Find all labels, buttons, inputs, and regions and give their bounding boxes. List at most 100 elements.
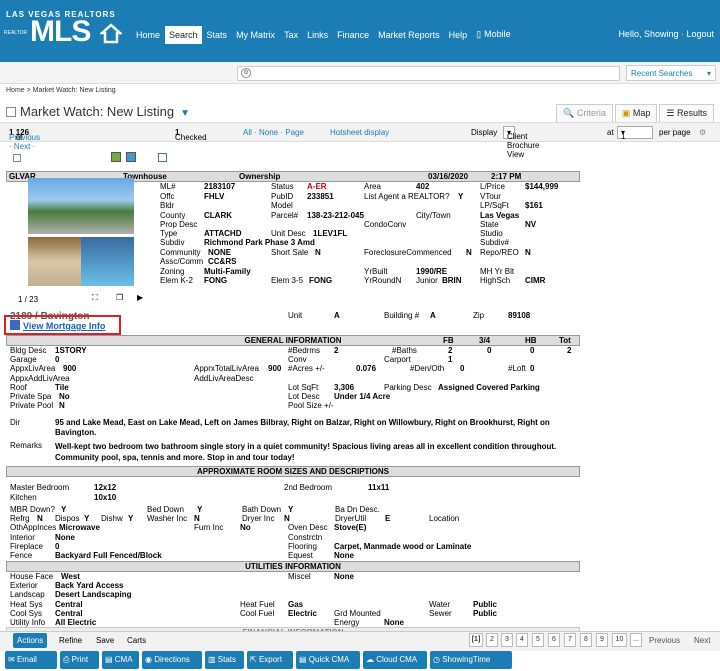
at-label: at [607,128,614,137]
quick-cma-button[interactable]: ▤ Quick CMA [296,651,360,669]
copy-icon[interactable] [158,153,167,162]
lprice-value: $144,999 [525,182,559,191]
community-value: NONE [208,248,232,257]
page-8[interactable]: 8 [580,633,592,647]
ml-label: ML# [160,182,176,191]
model-label: Model [271,201,293,210]
beddown-value: Y [197,505,203,514]
gear-icon[interactable]: ⚙ [699,128,706,137]
nav-my-matrix[interactable]: My Matrix [232,26,279,44]
print-button[interactable]: ⎙ Print [60,651,99,669]
yrbuilt-value: 1990/RE [416,267,448,276]
nav-finance[interactable]: Finance [333,26,373,44]
per-page-select[interactable]: 1 ▾ [617,126,653,141]
fireplace-value: 0 [55,542,60,551]
nav-stats[interactable]: Stats [203,26,232,44]
directions-button[interactable]: ◉ Directions [142,651,202,669]
breadcrumb[interactable]: Home > Market Watch: New Listing [6,87,116,94]
search-icon: ⚙ [241,68,251,78]
nav-search[interactable]: Search [165,25,202,44]
garage-label: Garage [10,355,37,364]
page-3[interactable]: 3 [501,633,513,647]
gallery-view-icon[interactable]: ❐ [116,293,123,302]
heatsys-value: Central [55,600,83,609]
page-4[interactable]: 4 [516,633,528,647]
refine-button[interactable]: Refine [55,633,86,648]
building-label: Building # [384,311,420,320]
bathdown-value: Y [288,505,294,514]
results-toolbar: Previous · Next · 1 of 126 Checked 1 All… [0,122,720,159]
play-icon[interactable]: ▶ [137,293,143,302]
calculator-icon [10,320,20,330]
studio-label: Studio [480,229,503,238]
export-button[interactable]: ⇱ Export [247,651,293,669]
page-more[interactable]: ... [630,633,642,647]
carts-button[interactable]: Carts [123,633,150,648]
title-checkbox[interactable] [6,107,16,117]
showingtime-button[interactable]: ◷ ShowingTime [430,651,512,669]
badn-label: Ba Dn Desc. [335,505,380,514]
page-2[interactable]: 2 [486,633,498,647]
listing-checkbox[interactable] [13,154,21,162]
listing-photo-pool[interactable] [81,237,134,286]
listing-photo-main[interactable] [28,178,134,234]
page-6[interactable]: 6 [548,633,560,647]
gallery-icon[interactable] [126,152,136,162]
nav-links[interactable]: Links [303,26,332,44]
parking-label: Parking Desc [384,383,432,392]
page-9[interactable]: 9 [596,633,608,647]
prev-next-links[interactable]: Previous · Next · 1 of 126 [9,128,40,151]
previous-link[interactable]: Previous [645,633,684,648]
roof-label: Roof [10,383,27,392]
offc-value: FHLV [204,192,225,201]
remarks-label: Remarks [10,441,43,450]
nav-market-reports[interactable]: Market Reports [374,26,444,44]
highsch-value: CIMR [525,276,546,285]
stats-button[interactable]: ▥ Stats [205,651,244,669]
page-5[interactable]: 5 [532,633,544,647]
brand-logo[interactable]: MLS [30,17,91,47]
main-nav: Home Search Stats My Matrix Tax Links Fi… [132,25,517,44]
tab-results[interactable]: ☰ Results [659,104,714,123]
export-icon: ⇱ [250,655,259,664]
save-button[interactable]: Save [92,633,118,648]
constrctn-label: Constrctn [288,533,323,542]
view-mortgage-info-link[interactable]: View Mortgage Info [10,320,105,331]
equest-label: Equest [288,551,313,560]
parcel-label: Parcel# [271,211,299,220]
welcome-logout[interactable]: Hello, Showing · Logout [618,29,714,39]
title-dropdown-icon[interactable]: ▼ [180,108,190,119]
conv-label: Conv [288,355,307,364]
baths-tot: 2 [567,346,572,355]
search-input[interactable] [237,66,620,81]
page-10[interactable]: 10 [612,633,627,647]
page-7[interactable]: 7 [564,633,576,647]
recent-searches-dropdown[interactable]: Recent Searches ▾ [626,65,716,81]
photo-icon[interactable] [111,152,121,162]
cma-icon: ▤ [105,655,115,664]
second-bedroom-value: 11x11 [368,483,390,492]
next-link[interactable]: Next [690,633,714,648]
zoning-value: Multi-Family [204,267,251,276]
fullscreen-icon[interactable]: ⛶ [92,293,98,303]
display-select[interactable]: Client Brochure View ▾ [503,126,539,159]
tab-map[interactable]: ▣ Map [614,104,658,123]
lpsqft-label: LP/SqFt [480,201,509,210]
select-links[interactable]: All · None · Page [243,128,304,137]
cma-button[interactable]: ▤ CMA [102,651,139,669]
cloud-cma-button[interactable]: ☁ Cloud CMA [363,651,427,669]
tab-criteria[interactable]: 🔍 Criteria [556,104,613,123]
hotsheet-display-link[interactable]: Hotsheet display [330,128,389,137]
showingtime-icon: ◷ [433,655,443,664]
dishw-label: Dishw [101,514,123,523]
refrg-value: N [37,514,43,523]
nav-mobile[interactable]: ▯ Mobile [472,25,515,44]
nav-help[interactable]: Help [445,26,472,44]
nav-tax[interactable]: Tax [280,26,302,44]
actions-button[interactable]: Actions [13,633,48,648]
bldr-label: Bldr [160,201,175,210]
rooms-header: APPROXIMATE ROOM SIZES AND DESCRIPTIONS [6,466,580,477]
email-button[interactable]: ✉ Email [5,651,57,669]
nav-home[interactable]: Home [132,26,164,44]
page-1[interactable]: [1] [469,633,483,647]
